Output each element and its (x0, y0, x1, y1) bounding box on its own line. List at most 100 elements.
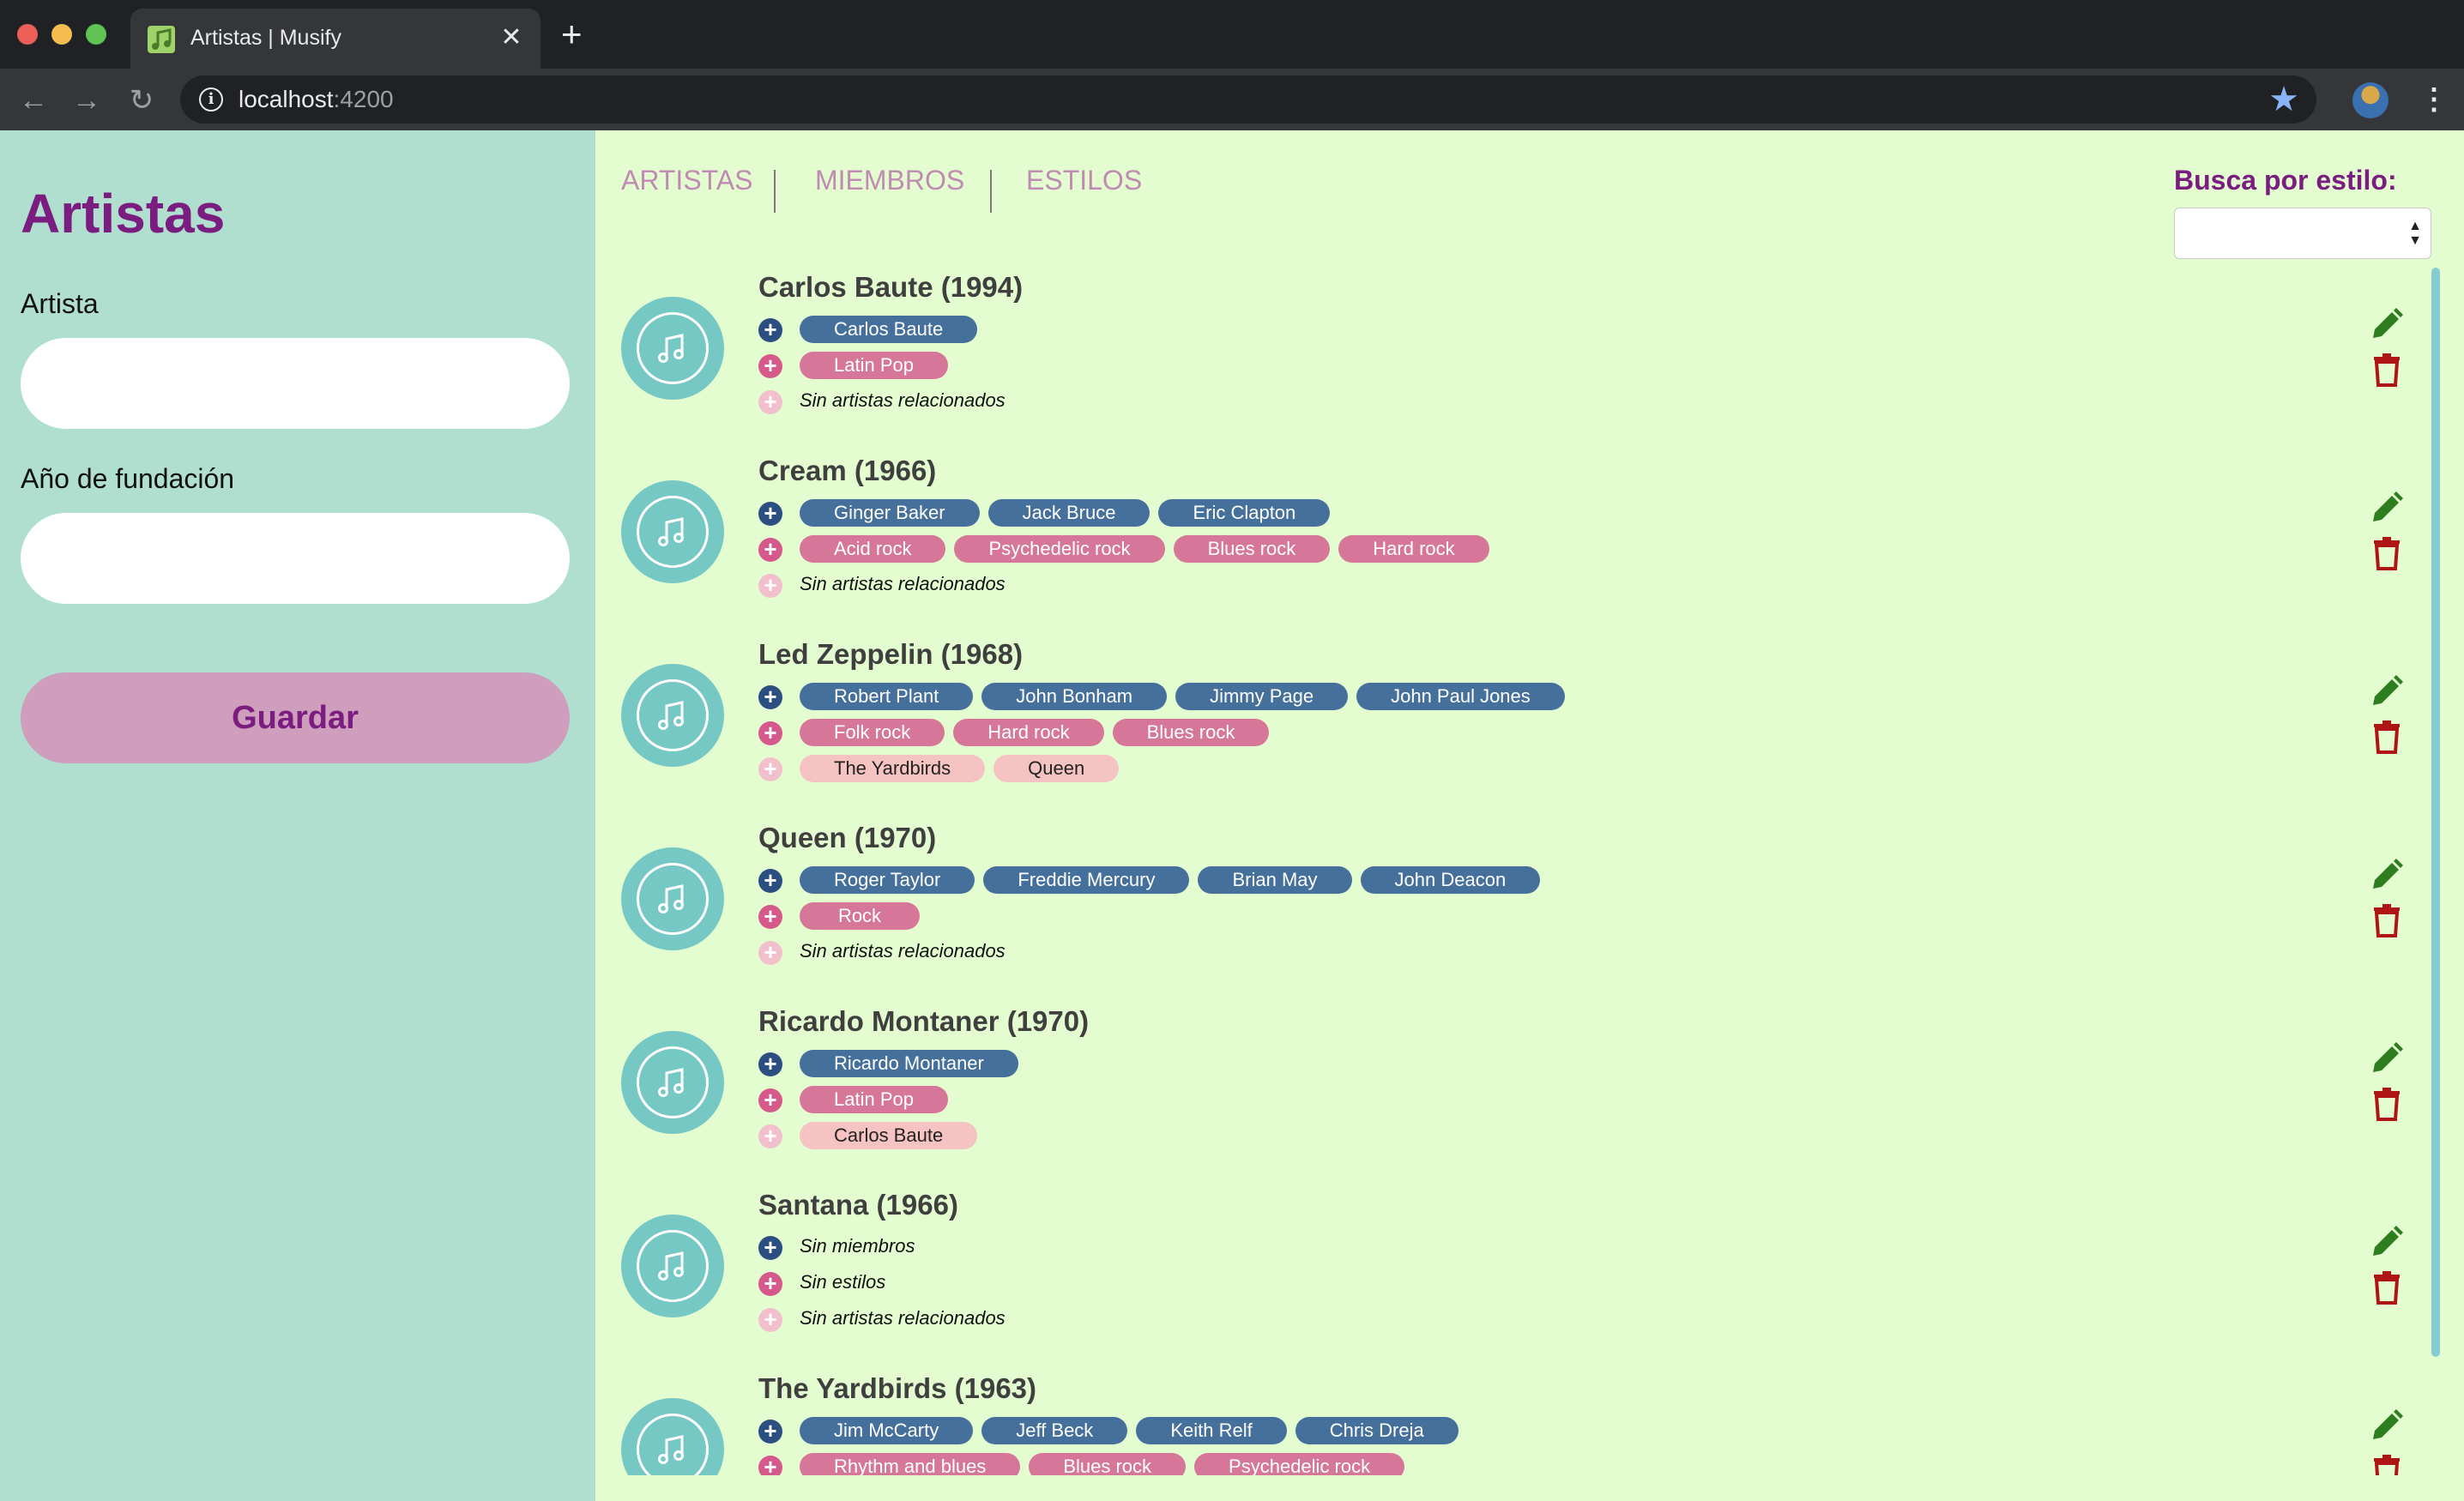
add-member-icon[interactable]: + (758, 685, 782, 709)
artist-list: Carlos Baute (1994) + Carlos Baute + Latin P… (595, 130, 2464, 1475)
style-chip[interactable]: Hard rock (1338, 535, 1489, 563)
pencil-icon[interactable] (2368, 856, 2406, 894)
site-info-icon[interactable]: i (199, 87, 223, 112)
add-member-icon[interactable]: + (758, 869, 782, 893)
trash-icon[interactable] (2368, 1268, 2406, 1305)
style-chip[interactable]: Rhythm and blues (800, 1453, 1021, 1475)
member-chips: Ginger Baker Jack Bruce Eric Clapton (800, 499, 1331, 527)
trash-icon[interactable] (2368, 1084, 2406, 1122)
style-chip[interactable]: Blues rock (1112, 719, 1270, 746)
pencil-icon[interactable] (2368, 305, 2406, 343)
browser-tab[interactable]: Artistas | Musify ✕ (130, 9, 541, 69)
trash-icon[interactable] (2368, 1451, 2406, 1475)
member-chips: Robert Plant John Bonham Jimmy Page John Pa… (800, 683, 1565, 710)
add-related-icon[interactable]: + (758, 1308, 782, 1332)
trash-icon[interactable] (2368, 717, 2406, 755)
style-chip[interactable]: Acid rock (800, 535, 946, 563)
member-chip[interactable]: Eric Clapton (1158, 499, 1331, 527)
style-chip[interactable]: Psychedelic rock (1194, 1453, 1405, 1475)
related-artist-chips: The Yardbirds Queen (800, 755, 1120, 782)
nav-divider (990, 170, 992, 213)
trash-icon[interactable] (2368, 350, 2406, 388)
add-member-icon[interactable]: + (758, 1236, 782, 1260)
related-artist-chip[interactable]: The Yardbirds (800, 755, 986, 782)
member-chip[interactable]: John Paul Jones (1356, 683, 1565, 710)
add-style-icon[interactable]: + (758, 905, 782, 929)
pencil-icon[interactable] (2368, 1040, 2406, 1077)
member-chip[interactable]: John Bonham (981, 683, 1168, 710)
browser-toolbar: ← → ↻ i localhost:4200 ★ ⋮ (0, 69, 2464, 130)
add-related-icon[interactable]: + (758, 574, 782, 598)
member-chips: Ricardo Montaner (800, 1050, 1018, 1077)
artist-title: The Yardbirds (1963) (758, 1372, 1037, 1404)
add-related-icon[interactable]: + (758, 1124, 782, 1148)
style-chip[interactable]: Psychedelic rock (954, 535, 1165, 563)
add-member-icon[interactable]: + (758, 318, 782, 342)
list-scrollbar-thumb[interactable] (2431, 268, 2440, 1357)
member-chip[interactable]: Keith Relf (1136, 1417, 1287, 1444)
artist-title: Ricardo Montaner (1970) (758, 1005, 1090, 1037)
pencil-icon[interactable] (2368, 1223, 2406, 1261)
style-chip[interactable]: Hard rock (953, 719, 1104, 746)
style-chip[interactable]: Latin Pop (800, 352, 948, 379)
window-close-button[interactable] (17, 24, 38, 45)
member-chip[interactable]: Jack Bruce (987, 499, 1150, 527)
add-member-icon[interactable]: + (758, 1052, 782, 1076)
pencil-icon[interactable] (2368, 1407, 2406, 1444)
bookmark-star-icon[interactable]: ★ (2268, 81, 2299, 118)
new-tab-button[interactable]: + (561, 16, 583, 52)
add-related-icon[interactable]: + (758, 941, 782, 965)
style-chip[interactable]: Blues rock (1173, 535, 1331, 563)
add-related-icon[interactable]: + (758, 390, 782, 414)
trash-icon[interactable] (2368, 533, 2406, 571)
add-member-icon[interactable]: + (758, 1420, 782, 1444)
save-button[interactable]: Guardar (21, 672, 570, 763)
address-bar[interactable]: i localhost:4200 ★ (180, 75, 2316, 124)
add-style-icon[interactable]: + (758, 354, 782, 378)
style-chip[interactable]: Latin Pop (800, 1086, 948, 1113)
member-chip[interactable]: Brian May (1198, 866, 1352, 894)
style-chip[interactable]: Folk rock (800, 719, 945, 746)
nav-link-estilos[interactable]: ESTILOS (1026, 165, 1142, 196)
window-zoom-button[interactable] (86, 24, 106, 45)
back-arrow-icon[interactable]: ← (17, 84, 50, 117)
add-style-icon[interactable]: + (758, 538, 782, 562)
member-chip[interactable]: Jeff Beck (981, 1417, 1128, 1444)
member-chip[interactable]: Ginger Baker (800, 499, 980, 527)
style-filter-select[interactable]: ▲ ▼ (2174, 208, 2431, 259)
style-chip[interactable]: Rock (800, 902, 920, 930)
reload-icon[interactable]: ↻ (125, 84, 158, 117)
add-style-icon[interactable]: + (758, 721, 782, 745)
member-chip[interactable]: Jimmy Page (1175, 683, 1349, 710)
founding-year-input[interactable] (21, 513, 570, 604)
member-chip[interactable]: Chris Dreja (1295, 1417, 1458, 1444)
member-chip[interactable]: Freddie Mercury (983, 866, 1190, 894)
add-related-icon[interactable]: + (758, 757, 782, 781)
add-style-icon[interactable]: + (758, 1456, 782, 1475)
member-chip[interactable]: John Deacon (1360, 866, 1541, 894)
member-chip[interactable]: Roger Taylor (800, 866, 975, 894)
trash-icon[interactable] (2368, 901, 2406, 938)
profile-avatar[interactable] (2352, 82, 2389, 118)
nav-link-miembros[interactable]: MIEMBROS (815, 165, 964, 196)
artist-name-input[interactable] (21, 338, 570, 429)
add-member-icon[interactable]: + (758, 502, 782, 526)
browser-menu-icon[interactable]: ⋮ (2419, 81, 2449, 118)
window-minimize-button[interactable] (51, 24, 72, 45)
nav-link-artistas[interactable]: ARTISTAS (621, 165, 753, 196)
style-chip[interactable]: Blues rock (1029, 1453, 1187, 1475)
member-chip[interactable]: Jim McCarty (800, 1417, 974, 1444)
add-style-icon[interactable]: + (758, 1272, 782, 1296)
tab-close-icon[interactable]: ✕ (496, 22, 527, 53)
music-note-icon (621, 664, 724, 767)
member-chips: Carlos Baute (800, 316, 978, 343)
member-chip[interactable]: Robert Plant (800, 683, 974, 710)
pencil-icon[interactable] (2368, 672, 2406, 710)
member-chip[interactable]: Carlos Baute (800, 316, 978, 343)
related-artist-chip[interactable]: Queen (993, 755, 1120, 782)
forward-arrow-icon[interactable]: → (70, 84, 103, 117)
add-style-icon[interactable]: + (758, 1088, 782, 1112)
pencil-icon[interactable] (2368, 489, 2406, 527)
related-artist-chip[interactable]: Carlos Baute (800, 1122, 978, 1149)
member-chip[interactable]: Ricardo Montaner (800, 1050, 1018, 1077)
